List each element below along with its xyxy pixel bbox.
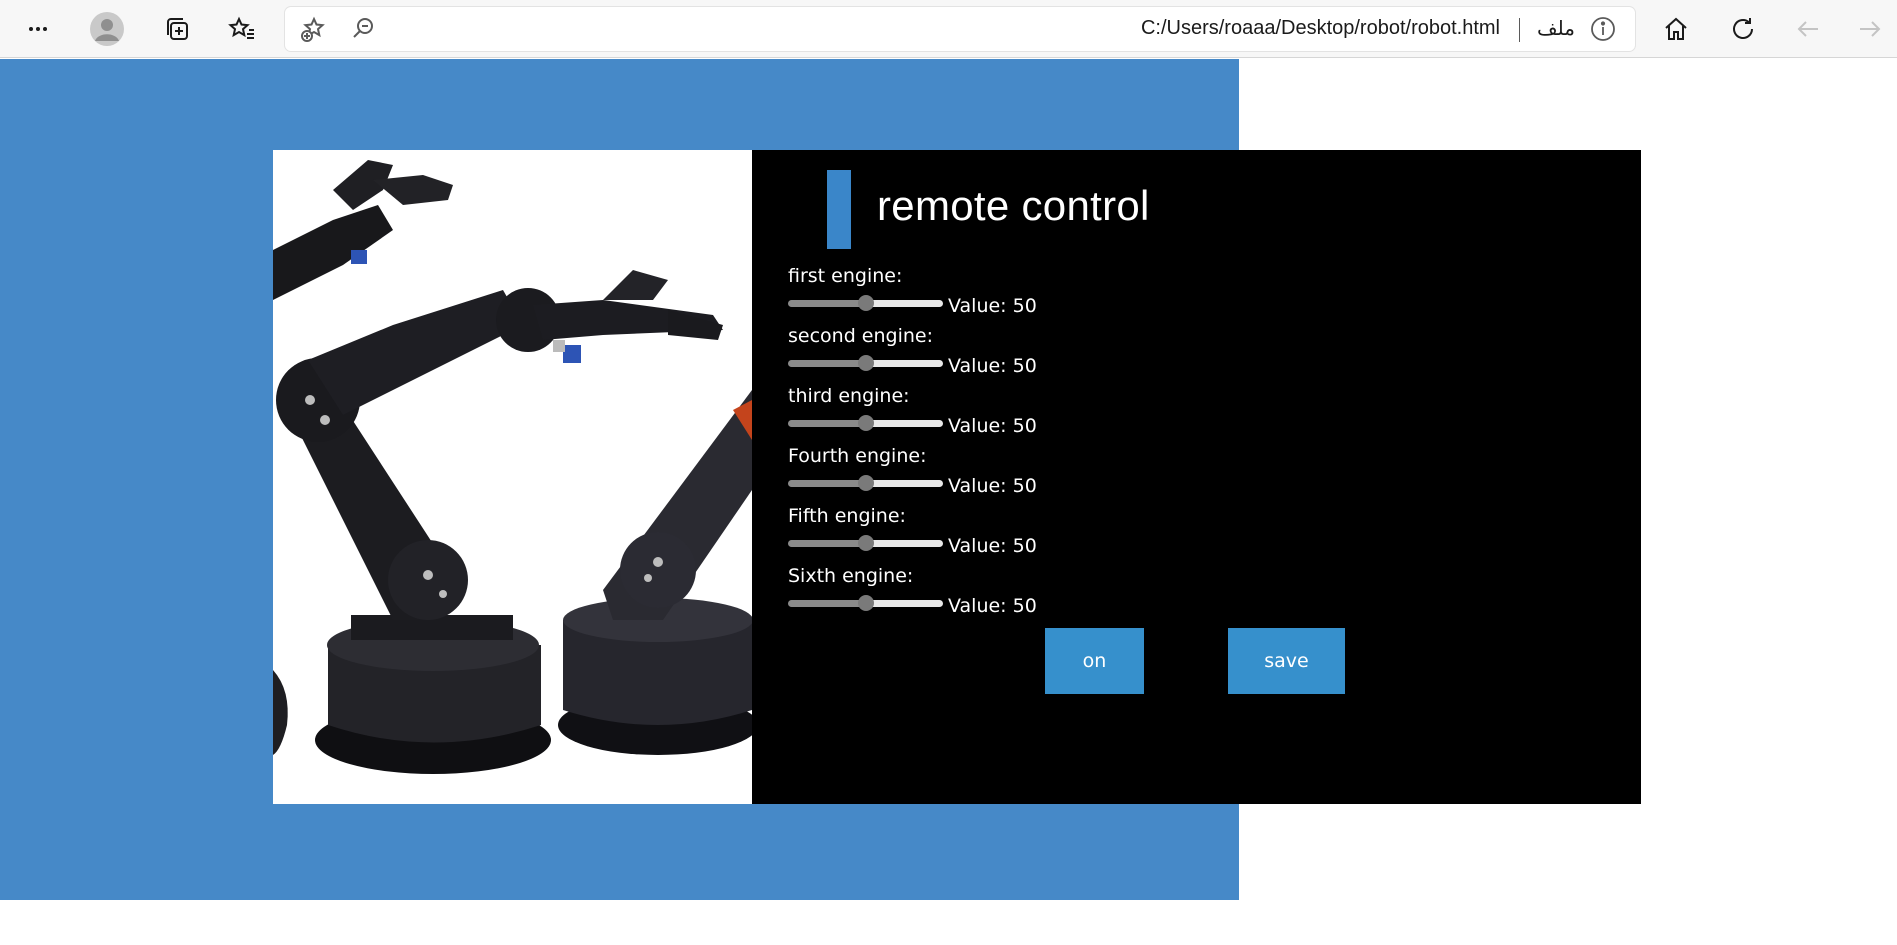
engine-control-5: Fifth engine: Value: 50 <box>788 505 1108 565</box>
refresh-icon[interactable] <box>1723 9 1763 49</box>
robot-arm-image <box>273 150 752 804</box>
forward-arrow-icon[interactable] <box>1850 9 1890 49</box>
slider-thumb[interactable] <box>857 535 874 551</box>
browser-toolbar: C:/Users/roaaa/Desktop/robot/robot.html … <box>0 0 1897 58</box>
content-card: remote control first engine: Value: 50 s… <box>273 150 1641 804</box>
slider-thumb[interactable] <box>857 595 874 611</box>
on-button[interactable]: on <box>1045 628 1144 694</box>
url-text[interactable]: C:/Users/roaaa/Desktop/robot/robot.html <box>1141 17 1500 40</box>
engine-label: Sixth engine: <box>788 565 914 587</box>
engine-control-3: third engine: Value: 50 <box>788 385 1108 445</box>
address-separator <box>1519 18 1520 42</box>
save-button[interactable]: save <box>1228 628 1345 694</box>
engine-label: Fourth engine: <box>788 445 927 467</box>
engine-slider[interactable] <box>788 415 943 431</box>
favorites-icon[interactable] <box>222 9 262 49</box>
engine-value: Value: 50 <box>948 595 1037 617</box>
engine-value: Value: 50 <box>948 415 1037 437</box>
add-favorite-icon[interactable] <box>293 9 333 49</box>
slider-thumb[interactable] <box>857 475 874 491</box>
engine-slider[interactable] <box>788 355 943 371</box>
more-icon[interactable] <box>18 9 58 49</box>
zoom-icon[interactable] <box>343 9 383 49</box>
engine-label: third engine: <box>788 385 910 407</box>
info-icon[interactable] <box>1583 9 1623 49</box>
engine-value: Value: 50 <box>948 355 1037 377</box>
address-bar[interactable]: C:/Users/roaaa/Desktop/robot/robot.html … <box>285 7 1635 51</box>
home-icon[interactable] <box>1656 9 1696 49</box>
back-arrow-icon[interactable] <box>1788 9 1828 49</box>
remote-control-panel: remote control first engine: Value: 50 s… <box>752 150 1641 804</box>
engine-slider[interactable] <box>788 535 943 551</box>
engine-control-1: first engine: Value: 50 <box>788 265 1108 325</box>
slider-thumb[interactable] <box>857 295 874 311</box>
engine-control-2: second engine: Value: 50 <box>788 325 1108 385</box>
engine-slider[interactable] <box>788 295 943 311</box>
engine-label: second engine: <box>788 325 934 347</box>
engine-slider[interactable] <box>788 595 943 611</box>
engine-slider[interactable] <box>788 475 943 491</box>
engine-label: Fifth engine: <box>788 505 906 527</box>
engine-value: Value: 50 <box>948 295 1037 317</box>
engine-label: first engine: <box>788 265 903 287</box>
file-label: ملف <box>1536 16 1575 40</box>
engine-value: Value: 50 <box>948 535 1037 557</box>
slider-thumb[interactable] <box>857 415 874 431</box>
engine-control-6: Sixth engine: Value: 50 <box>788 565 1108 625</box>
engine-control-4: Fourth engine: Value: 50 <box>788 445 1108 505</box>
slider-thumb[interactable] <box>857 355 874 371</box>
profile-avatar-icon[interactable] <box>87 9 127 49</box>
engine-value: Value: 50 <box>948 475 1037 497</box>
title-accent-bar <box>827 170 851 249</box>
collections-icon[interactable] <box>157 9 197 49</box>
panel-title: remote control <box>877 182 1150 229</box>
